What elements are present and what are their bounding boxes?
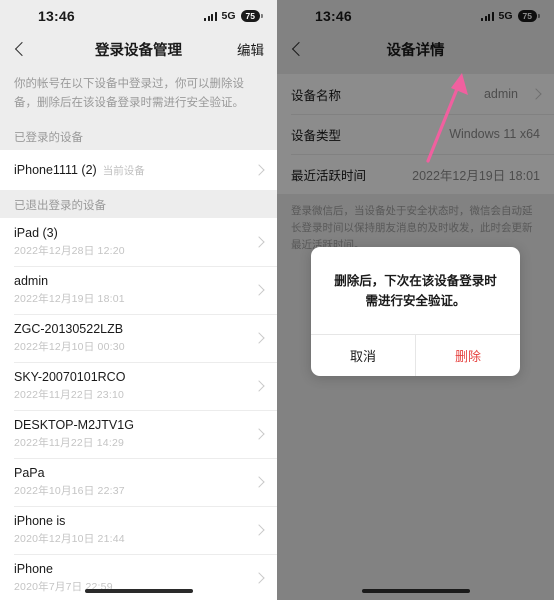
device-name: DESKTOP-M2JTV1G — [14, 418, 134, 433]
device-name: admin — [14, 274, 49, 289]
list-item[interactable]: PaPa 2022年10月16日 22:37 — [0, 458, 277, 507]
battery-level-label: 75 — [240, 10, 260, 22]
status-bar-left: 13:46 5G 75 — [0, 0, 277, 32]
device-list-scroll[interactable]: 你的帐号在以下设备中登录过，你可以删除设备，删除后在该设备登录时需进行安全验证。… — [0, 66, 277, 600]
page-title: 登录设备管理 — [95, 42, 182, 59]
cancel-button[interactable]: 取消 — [311, 334, 416, 376]
back-chevron-icon[interactable] — [13, 41, 29, 57]
dialog-actions: 取消 删除 — [311, 333, 520, 376]
status-bar-time: 13:46 — [38, 8, 75, 24]
right-screen-device-detail: 13:46 5G 75 设备详情 设备名称 admin 设备类型 Windows… — [277, 0, 554, 600]
device-date: 2022年11月22日 23:10 — [14, 389, 125, 402]
home-indicator — [361, 589, 470, 593]
list-item[interactable]: admin 2022年12月19日 18:01 — [0, 266, 277, 315]
chevron-right-icon — [253, 284, 265, 296]
section-header-logged-out: 已退出登录的设备 — [14, 200, 106, 213]
chevron-right-icon — [253, 476, 265, 488]
device-name: SKY-20070101RCO — [14, 370, 126, 385]
row-title-line: iPhone1111 (2) 当前设备 — [14, 163, 247, 178]
device-date: 2022年11月22日 14:29 — [14, 437, 125, 450]
device-date: 2022年12月28日 12:20 — [14, 245, 125, 258]
signal-bars-icon — [204, 11, 217, 21]
battery-icon: 75 — [240, 10, 263, 22]
confirm-delete-button[interactable]: 删除 — [416, 335, 520, 376]
left-screen-device-list: 13:46 5G 75 登录设备管理 编辑 你的帐号在以下设备中登录过，你可以删… — [0, 0, 277, 600]
row-content: admin 2022年12月19日 18:01 — [14, 274, 247, 306]
device-name: iPad (3) — [14, 226, 58, 241]
device-name: iPhone — [14, 562, 53, 577]
list-item[interactable]: ZGC-20130522LZB 2022年12月10日 00:30 — [0, 314, 277, 363]
row-content: ZGC-20130522LZB 2022年12月10日 00:30 — [14, 322, 247, 354]
logged-in-device-group: iPhone1111 (2) 当前设备 — [0, 150, 277, 191]
row-content: DESKTOP-M2JTV1G 2022年11月22日 14:29 — [14, 418, 247, 450]
row-content: iPad (3) 2022年12月28日 12:20 — [14, 226, 247, 258]
home-indicator — [84, 589, 193, 593]
device-date: 2022年12月19日 18:01 — [14, 293, 125, 306]
nav-bar-left: 登录设备管理 编辑 — [0, 32, 277, 66]
dual-screen-container: 13:46 5G 75 登录设备管理 编辑 你的帐号在以下设备中登录过，你可以删… — [0, 0, 554, 600]
row-content: SKY-20070101RCO 2022年11月22日 23:10 — [14, 370, 247, 402]
list-item[interactable]: iPhone 2020年7月7日 22:59 — [0, 554, 277, 600]
row-content: PaPa 2022年10月16日 22:37 — [14, 466, 247, 498]
logged-out-device-group: iPad (3) 2022年12月28日 12:20 admin 2022年12… — [0, 218, 277, 600]
chevron-right-icon — [253, 164, 265, 176]
delete-confirm-dialog: 删除后，下次在该设备登录时需进行安全验证。 取消 删除 — [311, 247, 520, 376]
section-header-logged-in: 已登录的设备 — [14, 132, 83, 145]
current-device-badge: 当前设备 — [102, 164, 145, 177]
list-item[interactable]: SKY-20070101RCO 2022年11月22日 23:10 — [0, 362, 277, 411]
chevron-right-icon — [253, 572, 265, 584]
device-date: 2022年10月16日 22:37 — [14, 485, 125, 498]
chevron-right-icon — [253, 524, 265, 536]
network-type-label: 5G — [221, 10, 236, 22]
device-name: iPhone1111 (2) — [14, 162, 97, 177]
status-bar-indicators: 5G 75 — [204, 10, 263, 22]
row-content: iPhone is 2020年12月10日 21:44 — [14, 514, 247, 546]
list-item[interactable]: iPhone1111 (2) 当前设备 — [0, 150, 277, 191]
list-item[interactable]: DESKTOP-M2JTV1G 2022年11月22日 14:29 — [0, 410, 277, 459]
device-name: PaPa — [14, 466, 45, 481]
chevron-right-icon — [253, 332, 265, 344]
row-content: iPhone1111 (2) 当前设备 — [14, 163, 247, 178]
battery-nub — [261, 14, 263, 18]
device-name: ZGC-20130522LZB — [14, 322, 124, 337]
list-item[interactable]: iPhone is 2020年12月10日 21:44 — [0, 506, 277, 555]
device-name: iPhone is — [14, 514, 66, 529]
chevron-right-icon — [253, 380, 265, 392]
list-item[interactable]: iPad (3) 2022年12月28日 12:20 — [0, 218, 277, 267]
device-date: 2020年12月10日 21:44 — [14, 533, 125, 546]
dialog-message: 删除后，下次在该设备登录时需进行安全验证。 — [334, 274, 497, 309]
intro-description: 你的帐号在以下设备中登录过，你可以删除设备，删除后在该设备登录时需进行安全验证。 — [14, 78, 244, 109]
device-date: 2022年12月10日 00:30 — [14, 341, 125, 354]
chevron-right-icon — [253, 428, 265, 440]
chevron-right-icon — [253, 236, 265, 248]
edit-button[interactable]: 编辑 — [237, 39, 264, 59]
